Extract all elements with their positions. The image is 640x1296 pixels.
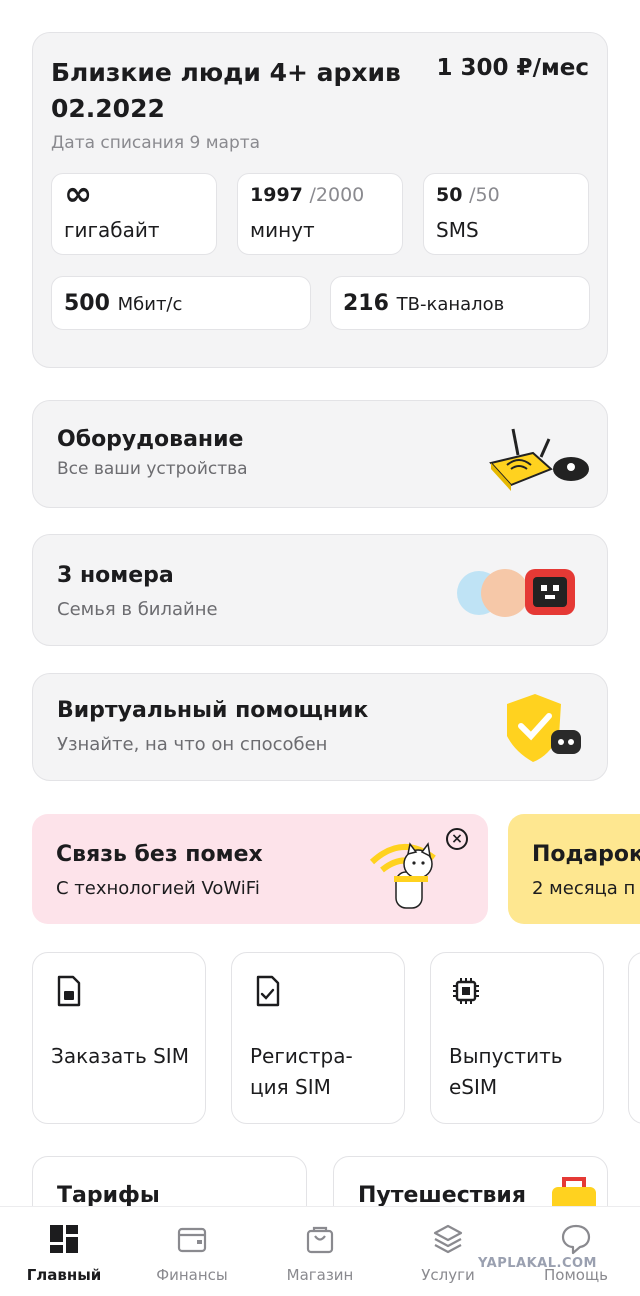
register-sim-tile[interactable]: Регистра-ция SIM	[231, 952, 405, 1124]
equipment-title: Оборудование	[57, 427, 244, 452]
tariff-title: Близкие люди 4+ архив 02.2022	[51, 58, 401, 123]
promo-gift-title: Подарок	[532, 842, 640, 867]
issue-esim-label: Выпустить eSIM	[449, 1044, 563, 1099]
tab-shop[interactable]: Магазин	[256, 1207, 384, 1296]
router-icon	[489, 428, 589, 491]
chip-icon	[453, 978, 479, 1004]
assistant-title: Виртуальный помощник	[57, 698, 369, 723]
internet-stat[interactable]: ∞ гигабайт	[51, 173, 217, 255]
internet-label: гигабайт	[64, 218, 160, 242]
tv-value: 216 ТВ-каналов	[343, 291, 505, 316]
promo-vowifi-title: Связь без помех	[56, 842, 263, 867]
watermark: YAPLAKAL.COM	[478, 1256, 597, 1271]
equipment-subtitle: Все ваши устройства	[57, 459, 248, 479]
tab-finance[interactable]: Финансы	[128, 1207, 256, 1296]
travel-title: Путешествия	[358, 1183, 526, 1208]
infinity-value: ∞	[64, 174, 93, 214]
charge-date: Дата списания 9 марта	[51, 133, 261, 153]
family-devices-icon	[457, 569, 575, 617]
more-actions-tile[interactable]	[628, 952, 640, 1124]
issue-esim-tile[interactable]: Выпустить eSIM	[430, 952, 604, 1124]
assistant-card[interactable]: Виртуальный помощник Узнайте, на что он …	[32, 673, 608, 781]
layers-icon	[433, 1224, 463, 1254]
family-subtitle: Семья в билайне	[57, 599, 218, 620]
promo-gift-subtitle: 2 месяца п	[532, 878, 636, 899]
assistant-shield-icon	[507, 694, 581, 762]
home-grid-icon	[50, 1225, 78, 1253]
tariff-card[interactable]: Близкие люди 4+ архив 02.2022 1 300 ₽/ме…	[32, 32, 608, 368]
sim-check-icon	[256, 975, 280, 1007]
speed-stat[interactable]: 500 Мбит/с	[51, 276, 311, 330]
sms-stat[interactable]: 50 /50 SMS	[423, 173, 589, 255]
sim-card-icon	[57, 975, 81, 1007]
sms-label: SMS	[436, 218, 479, 242]
order-sim-tile[interactable]: Заказать SIM	[32, 952, 206, 1124]
tab-home-label: Главный	[26, 1266, 102, 1284]
minutes-stat[interactable]: 1997 /2000 минут	[237, 173, 403, 255]
tab-services[interactable]: Услуги	[384, 1207, 512, 1296]
tab-shop-label: Магазин	[286, 1266, 354, 1284]
promo-gift-card[interactable]: Подарок 2 месяца п	[508, 814, 640, 924]
bottom-tab-bar: Главный Финансы Магазин Услуги Помощь	[0, 1206, 640, 1296]
wallet-icon	[177, 1227, 207, 1253]
family-title: 3 номера	[57, 563, 174, 588]
tab-finance-label: Финансы	[156, 1266, 228, 1284]
family-card[interactable]: 3 номера Семья в билайне	[32, 534, 608, 646]
tab-home[interactable]: Главный	[0, 1207, 128, 1296]
sms-value: 50 /50	[436, 184, 500, 206]
promo-vowifi-subtitle: С технологией VoWiFi	[56, 878, 260, 899]
tariffs-title: Тарифы	[57, 1183, 160, 1208]
speed-value: 500 Мбит/с	[64, 291, 183, 316]
minutes-label: минут	[250, 218, 315, 242]
chat-bubble-icon	[561, 1224, 591, 1255]
assistant-subtitle: Узнайте, на что он способен	[57, 734, 328, 755]
shopping-bag-icon	[306, 1226, 334, 1254]
tariff-price: 1 300 ₽/мес	[436, 55, 589, 81]
equipment-card[interactable]: Оборудование Все ваши устройства	[32, 400, 608, 508]
close-icon[interactable]: ×	[446, 828, 468, 850]
minutes-value: 1997 /2000	[250, 184, 365, 206]
tv-stat[interactable]: 216 ТВ-каналов	[330, 276, 590, 330]
wifi-cat-icon	[369, 842, 436, 909]
tab-help[interactable]: Помощь	[512, 1207, 640, 1296]
order-sim-label: Заказать SIM	[51, 1044, 189, 1068]
promo-vowifi-card[interactable]: Связь без помех С технологией VoWiFi ×	[32, 814, 488, 924]
register-sim-label: Регистра-ция SIM	[250, 1044, 353, 1099]
